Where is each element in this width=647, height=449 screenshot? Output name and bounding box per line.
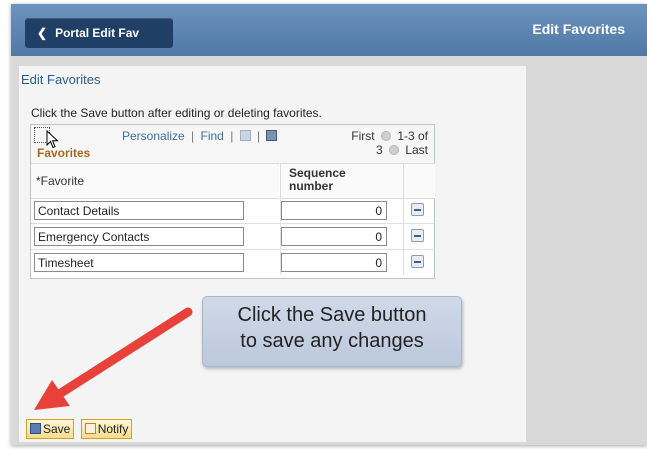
- delete-row-icon[interactable]: [411, 203, 424, 216]
- divider: |: [257, 129, 261, 143]
- table-row: [31, 224, 434, 250]
- grid-navigation: First 1-3 of 3 Last: [351, 129, 428, 157]
- chevron-left-icon: ❮: [37, 26, 48, 40]
- delete-cell: [403, 250, 435, 275]
- divider: |: [191, 129, 195, 143]
- grid-tools: Personalize | Find | |: [122, 129, 278, 143]
- top-banner: ❮ Portal Edit Fav Edit Favorites: [11, 4, 647, 56]
- find-link[interactable]: Find: [201, 129, 224, 143]
- favorite-input[interactable]: [34, 227, 244, 246]
- column-label-sequence: Sequence number: [289, 166, 346, 193]
- panel-heading: Edit Favorites: [21, 72, 101, 87]
- notify-button-label: Notify: [97, 422, 129, 436]
- column-header-sequence: Sequence number: [280, 163, 403, 199]
- table-row: [31, 250, 434, 275]
- delete-row-icon[interactable]: [411, 255, 424, 268]
- table-row: [31, 198, 434, 224]
- divider: |: [230, 129, 234, 143]
- sequence-cell: [280, 198, 403, 223]
- nav-total: 3: [375, 143, 383, 157]
- portal-edit-fav-back-button[interactable]: ❮ Portal Edit Fav: [25, 18, 173, 48]
- page-title: Edit Favorites: [532, 21, 625, 37]
- previous-icon[interactable]: [380, 131, 391, 141]
- favorite-input[interactable]: [34, 201, 244, 220]
- envelope-icon: [84, 423, 96, 434]
- delete-cell: [403, 224, 435, 249]
- notify-button[interactable]: Notify: [80, 419, 133, 439]
- sequence-input[interactable]: [281, 227, 387, 246]
- save-button[interactable]: Save: [26, 419, 75, 439]
- nav-first-link[interactable]: First: [351, 129, 374, 143]
- column-header-favorite: *Favorite: [31, 163, 279, 199]
- delete-row-icon[interactable]: [411, 229, 424, 242]
- grid-caption: Favorites: [37, 146, 91, 160]
- sequence-cell: [280, 224, 403, 249]
- next-icon[interactable]: [388, 145, 399, 155]
- callout-line-2: to save any changes: [240, 330, 424, 352]
- action-buttons: Save Notify: [26, 419, 135, 439]
- back-button-label: Portal Edit Fav: [55, 26, 140, 40]
- sequence-cell: [280, 250, 403, 275]
- instructions-text: Click the Save button after editing or d…: [31, 106, 322, 120]
- tutorial-callout: Click the Save button to save any change…: [202, 296, 462, 367]
- view-all-icon[interactable]: [239, 130, 251, 141]
- favorites-grid: Favorites Personalize | Find | | First 1…: [30, 124, 435, 279]
- save-icon: [30, 423, 41, 434]
- sequence-input[interactable]: [281, 253, 387, 272]
- delete-cell: [403, 198, 435, 223]
- grid-header: Favorites Personalize | Find | | First 1…: [31, 125, 434, 163]
- column-label-favorite: *Favorite: [36, 174, 85, 188]
- save-button-label: Save: [43, 422, 71, 436]
- favorite-input[interactable]: [34, 253, 244, 272]
- nav-range: 1-3 of: [397, 129, 428, 143]
- arrow-annotation-icon: [34, 307, 193, 410]
- personalize-link[interactable]: Personalize: [122, 129, 185, 143]
- nav-last-link[interactable]: Last: [405, 143, 428, 157]
- column-header-delete: [403, 163, 435, 199]
- callout-line-1: Click the Save button: [237, 304, 427, 326]
- download-icon[interactable]: [266, 130, 278, 141]
- sequence-input[interactable]: [281, 201, 387, 220]
